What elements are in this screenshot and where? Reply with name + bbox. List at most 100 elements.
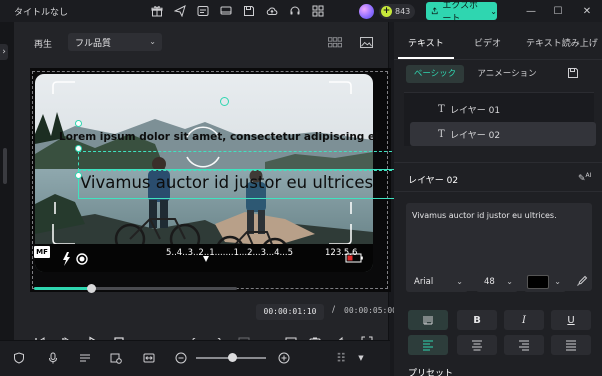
mf-badge: MF bbox=[34, 246, 50, 258]
minimize-icon[interactable]: — bbox=[525, 5, 537, 17]
preview-header: 再生 フル品質 ⌄ bbox=[14, 22, 389, 60]
align-center-button[interactable] bbox=[457, 335, 497, 355]
subtab-animation[interactable]: アニメーション bbox=[472, 65, 542, 83]
chevron-down-icon: ⌄ bbox=[506, 277, 513, 286]
export-label: エクスポート bbox=[442, 1, 479, 24]
justify-button[interactable] bbox=[551, 335, 591, 355]
font-family-select[interactable]: Arial ⌄ bbox=[406, 272, 468, 292]
video-stage[interactable]: Lorem ipsum dolor sit amet, consectetur … bbox=[30, 68, 405, 292]
layer-item[interactable]: T レイヤー 01 bbox=[410, 97, 596, 121]
microphone-icon[interactable] bbox=[46, 351, 60, 365]
italic-button[interactable]: I bbox=[504, 310, 544, 330]
hud-value: 123.5.6 bbox=[325, 248, 358, 258]
close-icon[interactable]: ✕ bbox=[581, 5, 593, 17]
letter-spacing-button[interactable] bbox=[408, 310, 448, 330]
export-icon bbox=[431, 7, 438, 15]
avatar[interactable] bbox=[359, 4, 374, 19]
snapshot-view-icon[interactable] bbox=[358, 35, 374, 49]
playback-progress[interactable] bbox=[34, 284, 237, 293]
cloud-icon[interactable] bbox=[263, 2, 281, 20]
left-collapsed-panel bbox=[0, 22, 14, 376]
align-right-button[interactable] bbox=[504, 335, 544, 355]
progress-knob[interactable] bbox=[86, 284, 96, 293]
quality-select[interactable]: フル品質 ⌄ bbox=[68, 33, 162, 51]
resize-handle-tl[interactable] bbox=[75, 120, 82, 127]
expand-chevron-icon[interactable]: › bbox=[0, 44, 8, 60]
progress-fill bbox=[34, 287, 91, 290]
headset-icon[interactable] bbox=[286, 2, 304, 20]
caption-1-selection bbox=[78, 151, 402, 171]
caret-down-icon[interactable]: ▼ bbox=[354, 351, 368, 365]
preset-label: プリセット bbox=[408, 369, 454, 376]
font-settings-row: Arial ⌄ 48 ⌄ ⌄ bbox=[406, 272, 594, 292]
chevron-down-icon: ⌄ bbox=[149, 37, 156, 46]
resize-handle-ml[interactable] bbox=[75, 145, 82, 152]
caption-line-2[interactable]: Vivamus auctor id justor eu ultrices bbox=[80, 173, 373, 192]
zoom-in-icon[interactable] bbox=[277, 351, 291, 365]
left-scrollbar[interactable] bbox=[3, 148, 7, 184]
coin-icon: + bbox=[381, 6, 392, 17]
current-time[interactable]: 00:00:01:10 bbox=[256, 304, 324, 320]
align-left-button[interactable] bbox=[408, 335, 448, 355]
shield-icon[interactable] bbox=[12, 351, 26, 365]
export-button[interactable]: エクスポート ⌄ bbox=[426, 1, 497, 24]
font-size-select[interactable]: 48 ⌄ bbox=[476, 272, 518, 292]
layer-heading: レイヤー 02 bbox=[408, 176, 459, 186]
text-color-select[interactable]: ⌄ bbox=[524, 272, 566, 292]
text-layer-icon: T bbox=[438, 128, 445, 140]
eyedropper-icon[interactable] bbox=[576, 275, 588, 290]
save-icon[interactable] bbox=[240, 2, 258, 20]
caption-line-1[interactable]: Lorem ipsum dolor sit amet, consectetur … bbox=[59, 131, 379, 143]
maximize-icon[interactable]: ☐ bbox=[552, 5, 564, 17]
media-settings-icon[interactable] bbox=[109, 351, 123, 365]
tab-video[interactable]: ビデオ bbox=[474, 36, 501, 49]
tab-text[interactable]: テキスト bbox=[408, 36, 444, 49]
gauge-icon[interactable] bbox=[194, 2, 212, 20]
title-bar: タイトルなし + 843 エクスポート ⌄ — ☐ ✕ bbox=[0, 0, 602, 24]
layer-name: レイヤー 02 bbox=[450, 130, 501, 141]
chevron-down-icon: ⌄ bbox=[456, 277, 463, 286]
total-time: 00:00:05:00 bbox=[344, 306, 397, 315]
zoom-out-icon[interactable] bbox=[174, 351, 188, 365]
properties-panel: テキスト ビデオ テキスト読み上げ ベーシック アニメーション T レイヤー 0… bbox=[394, 22, 602, 376]
layer-name: レイヤー 01 bbox=[450, 105, 501, 116]
properties-tabs: テキスト ビデオ テキスト読み上げ bbox=[394, 22, 602, 60]
time-separator: / bbox=[332, 305, 336, 315]
rotate-handle[interactable] bbox=[220, 97, 229, 106]
fit-width-icon[interactable] bbox=[142, 351, 156, 365]
color-swatch bbox=[527, 275, 549, 289]
hud-exposure-scale: 5..4..3..2..1.......1...2...3...4...5 bbox=[166, 248, 294, 258]
layout-grid-icon[interactable] bbox=[335, 351, 349, 365]
underline-button[interactable]: U bbox=[551, 310, 591, 330]
playback-label: 再生 bbox=[34, 40, 53, 50]
bold-button[interactable]: B bbox=[457, 310, 497, 330]
layer-list: T レイヤー 01 T レイヤー 02 bbox=[404, 92, 596, 146]
quality-value: フル品質 bbox=[75, 38, 112, 49]
ai-pen-icon[interactable]: ✎AI bbox=[578, 172, 591, 184]
layer-item-selected[interactable]: T レイヤー 02 bbox=[410, 122, 596, 146]
credits-count: 843 bbox=[395, 7, 411, 16]
save-preset-icon[interactable] bbox=[567, 67, 581, 81]
layer-header: レイヤー 02 ✎AI bbox=[394, 162, 602, 192]
subtab-basic[interactable]: ベーシック bbox=[406, 65, 464, 83]
top-icon-group bbox=[148, 2, 327, 20]
font-family-value: Arial bbox=[414, 277, 434, 287]
chevron-down-icon: ⌄ bbox=[554, 277, 561, 286]
zoom-slider-knob[interactable] bbox=[228, 353, 237, 362]
preview-panel: 再生 フル品質 ⌄ Lorem ipsum dolor sit amet, co… bbox=[14, 22, 405, 349]
active-tab-indicator bbox=[398, 57, 454, 59]
gift-icon[interactable] bbox=[148, 2, 166, 20]
text-list-icon[interactable] bbox=[78, 351, 92, 365]
font-size-value: 48 bbox=[484, 277, 495, 287]
credits-badge[interactable]: + 843 bbox=[379, 4, 415, 19]
monitor-icon[interactable] bbox=[217, 2, 235, 20]
grid-icon[interactable] bbox=[309, 2, 327, 20]
chevron-down-icon: ⌄ bbox=[490, 6, 497, 16]
send-icon[interactable] bbox=[171, 2, 189, 20]
tab-text-to-speech[interactable]: テキスト読み上げ bbox=[526, 36, 598, 49]
app-title: タイトルなし bbox=[14, 8, 69, 18]
sub-tabs: ベーシック アニメーション bbox=[406, 65, 590, 85]
grid-view-icon[interactable] bbox=[327, 35, 343, 49]
resize-handle-bl[interactable] bbox=[75, 172, 82, 179]
text-layer-icon: T bbox=[438, 103, 445, 115]
